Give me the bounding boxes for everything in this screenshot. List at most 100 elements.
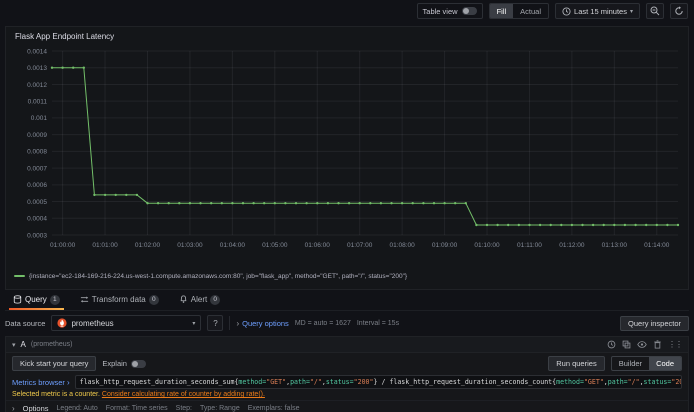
svg-text:01:00:00: 01:00:00: [50, 242, 76, 249]
svg-text:01:06:00: 01:06:00: [305, 242, 331, 249]
editor-mode-group: Builder Code: [610, 356, 682, 371]
fill-button[interactable]: Fill: [489, 4, 514, 18]
prometheus-flame-icon: [57, 318, 68, 328]
warning-text: Selected metric is a counter.: [12, 391, 100, 398]
svg-text:01:03:00: 01:03:00: [177, 242, 203, 249]
legend-series-label: {instance="ec2-184-169-216-224.us-west-1…: [29, 272, 408, 280]
database-icon: [13, 295, 22, 304]
svg-text:0.0006: 0.0006: [27, 182, 47, 189]
builder-mode-button[interactable]: Builder: [612, 357, 649, 370]
svg-text:0.0013: 0.0013: [27, 65, 47, 72]
query-options-label: Query options: [242, 318, 289, 328]
datasource-help-button[interactable]: ?: [207, 315, 224, 331]
tab-alert-count: 0: [210, 294, 221, 305]
svg-text:0.001: 0.001: [31, 115, 48, 122]
svg-text:01:11:00: 01:11:00: [517, 242, 542, 249]
legend-series-color: [14, 275, 25, 277]
options-step: Step:: [175, 405, 193, 412]
datasource-name: prometheus: [71, 318, 114, 328]
explain-toggle[interactable]: [130, 359, 146, 368]
options-exemplars: Exemplars: false: [247, 405, 300, 412]
counter-warning: Selected metric is a counter. Consider c…: [6, 391, 688, 400]
table-view-label: Table view: [422, 6, 458, 16]
interval-stat: Interval = 15s: [356, 319, 400, 327]
table-view-group: Table view: [416, 3, 483, 19]
panel-title: Flask App Endpoint Latency: [15, 32, 115, 41]
svg-text:01:07:00: 01:07:00: [347, 242, 373, 249]
zoom-out-button[interactable]: [646, 3, 664, 19]
code-mode-button[interactable]: Code: [649, 357, 681, 370]
collapse-chevron-icon[interactable]: ▾: [12, 341, 16, 349]
shuffle-arrows-icon: [80, 295, 89, 304]
svg-text:0.0014: 0.0014: [27, 48, 47, 55]
options-label[interactable]: Options: [23, 404, 49, 412]
tab-query[interactable]: Query 1: [5, 292, 68, 310]
options-row: › Options Legend: Auto Format: Time seri…: [6, 400, 688, 412]
query-datasource-hint: (prometheus): [30, 341, 73, 348]
query-row-actions: ⋮⋮: [607, 340, 683, 349]
eye-icon[interactable]: [637, 340, 647, 349]
options-format: Format: Time series: [105, 405, 168, 412]
divider: [229, 316, 231, 330]
svg-text:0.0003: 0.0003: [27, 232, 47, 239]
tab-query-label: Query: [25, 295, 47, 304]
svg-text:0.0009: 0.0009: [27, 132, 47, 139]
svg-text:0.0005: 0.0005: [27, 199, 47, 206]
chart-legend[interactable]: {instance="ec2-184-169-216-224.us-west-1…: [6, 267, 688, 283]
warning-rate-hint-link[interactable]: Consider calculating rate of counter by …: [102, 391, 265, 398]
max-data-points-stat: MD = auto = 1627: [294, 319, 351, 327]
svg-text:0.0008: 0.0008: [27, 149, 47, 156]
options-legend: Legend: Auto: [56, 405, 98, 412]
svg-text:01:04:00: 01:04:00: [220, 242, 246, 249]
datasource-label: Data source: [5, 318, 46, 328]
magnifier-minus-icon: [650, 6, 660, 16]
pane-size-group: Fill Actual: [488, 3, 550, 19]
tab-transform[interactable]: Transform data 0: [72, 292, 167, 310]
latency-chart: 0.0014 0.0013 0.0012 0.0011 0.001 0.0009 0.000…: [27, 48, 680, 249]
drag-handle[interactable]: ⋮⋮: [668, 340, 683, 349]
time-range-label: Last 15 minutes: [574, 6, 627, 16]
svg-text:01:12:00: 01:12:00: [559, 242, 585, 249]
kick-start-query-button[interactable]: Kick start your query: [12, 356, 97, 371]
explain-label: Explain: [102, 359, 127, 368]
chevron-right-icon[interactable]: ›: [12, 404, 15, 412]
query-row-card: ▾ A (prometheus) ⋮⋮ Kick start your quer…: [5, 336, 689, 412]
refresh-button[interactable]: [670, 3, 688, 19]
query-options-toggle[interactable]: › Query options: [236, 319, 288, 328]
svg-text:01:02:00: 01:02:00: [135, 242, 161, 249]
query-inspector-button[interactable]: Query inspector: [620, 315, 689, 331]
actual-button[interactable]: Actual: [513, 4, 548, 18]
svg-text:0.0007: 0.0007: [27, 165, 47, 172]
svg-text:01:14:00: 01:14:00: [644, 242, 670, 249]
run-queries-button[interactable]: Run queries: [548, 356, 605, 371]
query-ref-id[interactable]: A: [21, 340, 26, 349]
metrics-browser-toggle[interactable]: Metrics browser ›: [12, 378, 70, 387]
svg-text:01:08:00: 01:08:00: [389, 242, 415, 249]
chevron-down-icon: ▾: [192, 320, 196, 327]
promql-expression: flask_http_request_duration_seconds_sum{…: [79, 378, 681, 386]
datasource-picker[interactable]: prometheus ▾: [51, 315, 202, 331]
options-type: Type: Range: [200, 405, 240, 412]
tab-alert[interactable]: Alert 0: [171, 292, 228, 310]
chevron-right-icon: ›: [236, 318, 240, 328]
table-view-toggle[interactable]: [461, 7, 477, 15]
history-icon[interactable]: [607, 340, 616, 349]
panel-editor-toolbar: Table view Fill Actual Last 15 minutes ▾: [0, 0, 694, 22]
svg-text:01:13:00: 01:13:00: [602, 242, 628, 249]
svg-text:0.0012: 0.0012: [27, 82, 47, 89]
svg-text:0.0011: 0.0011: [28, 98, 48, 105]
svg-text:01:01:00: 01:01:00: [92, 242, 118, 249]
duplicate-icon[interactable]: [622, 340, 631, 349]
tab-transform-label: Transform data: [91, 295, 146, 304]
tab-alert-label: Alert: [190, 295, 208, 304]
svg-text:0.0004: 0.0004: [27, 216, 47, 223]
promql-expression-input[interactable]: flask_http_request_duration_seconds_sum{…: [74, 375, 682, 389]
query-row-header: ▾ A (prometheus) ⋮⋮: [6, 337, 688, 353]
svg-text:01:10:00: 01:10:00: [474, 242, 500, 249]
timeseries-panel: Flask App Endpoint Latency 0.0014 0.0013 0…: [5, 26, 689, 290]
trash-icon[interactable]: [653, 340, 662, 349]
chevron-down-icon: ▾: [629, 8, 633, 15]
refresh-icon: [674, 6, 684, 16]
query-toolbar: Kick start your query Explain Run querie…: [6, 353, 688, 374]
time-range-picker[interactable]: Last 15 minutes ▾: [555, 3, 640, 19]
